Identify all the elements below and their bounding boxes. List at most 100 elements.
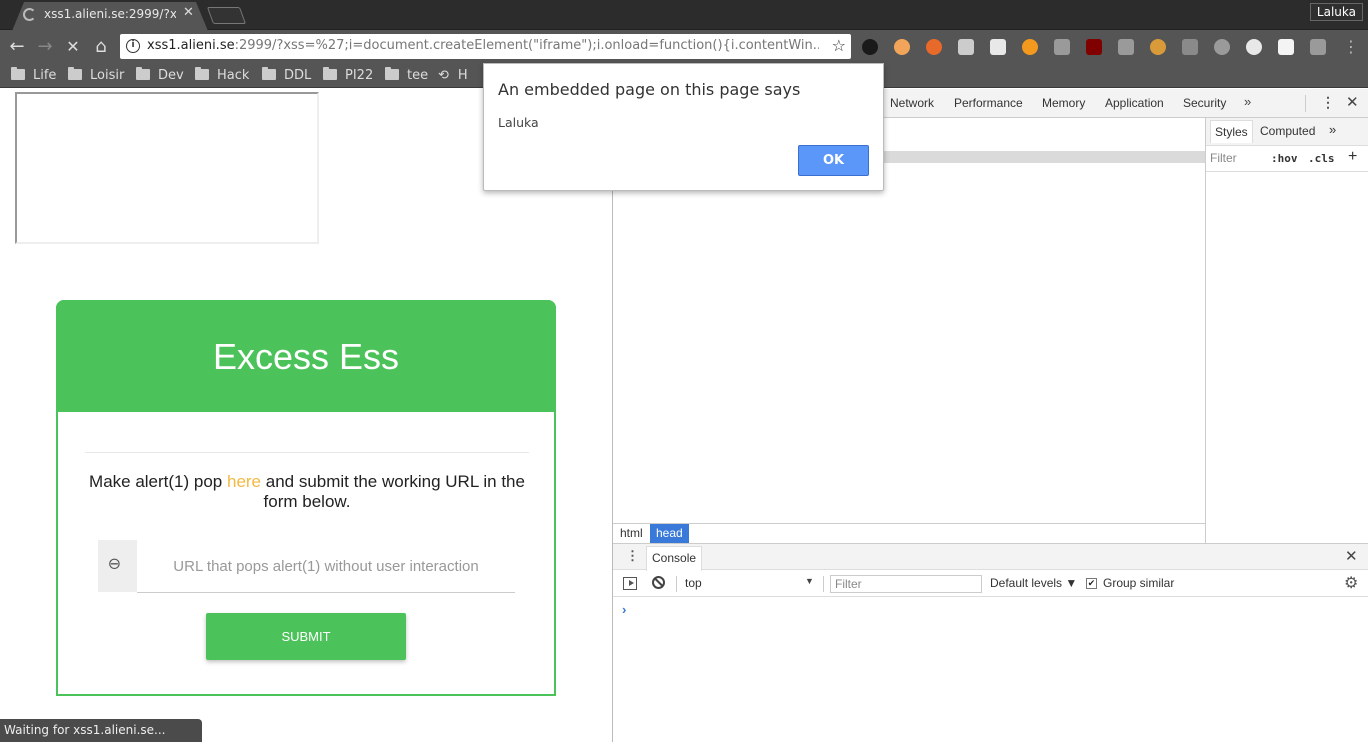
divider <box>85 452 529 453</box>
screenshot-extension-icon[interactable] <box>958 39 974 55</box>
cls-toggle[interactable]: .cls <box>1308 152 1335 165</box>
fire-extension-icon[interactable] <box>926 39 942 55</box>
folder-icon <box>136 67 150 80</box>
browser-menu-icon[interactable]: ⋮ <box>1340 36 1362 58</box>
drawer-tabbar: ⋮ Console ✕ <box>613 544 1368 571</box>
console-prompt[interactable]: › <box>622 602 626 617</box>
console-toolbar: top ▼ Default levels ▼ ✔ Group similar ⚙ <box>613 570 1368 597</box>
tc-extension-icon[interactable] <box>1182 39 1198 55</box>
instruction-text: Make alert(1) pop here and submit the wo… <box>89 472 525 511</box>
crumb-head[interactable]: head <box>650 524 689 543</box>
new-tab-button[interactable] <box>206 7 247 24</box>
here-link[interactable]: here <box>227 472 261 491</box>
info-icon[interactable]: i <box>126 39 140 53</box>
styles-tabbar: Styles Computed » <box>1206 118 1368 146</box>
ok-button[interactable]: OK <box>798 145 869 176</box>
folder-icon <box>68 67 82 80</box>
browser-toolbar: ← → ✕ ⌂ i xss1.alieni.se:2999/?xss=%27;i… <box>0 30 1368 63</box>
group-similar-checkbox[interactable]: ✔ <box>1086 578 1097 589</box>
card-header: Excess Ess <box>56 300 556 412</box>
crosshair-extension-icon[interactable] <box>1214 39 1230 55</box>
console-filter-input[interactable] <box>830 575 982 593</box>
crumb-html[interactable]: html <box>614 524 649 543</box>
divider <box>823 576 824 592</box>
wappalyzer-extension-icon[interactable] <box>990 39 1006 55</box>
tab-security[interactable]: Security <box>1183 96 1226 110</box>
s-extension-icon[interactable] <box>1054 39 1070 55</box>
bookmark-history[interactable]: ⟲ H <box>438 68 468 83</box>
close-devtools-icon[interactable]: ✕ <box>1346 93 1359 111</box>
wikipedia-extension-icon[interactable] <box>1278 39 1294 55</box>
close-drawer-icon[interactable]: ✕ <box>1345 547 1358 565</box>
bookmark-star-icon[interactable]: ☆ <box>832 36 846 55</box>
forward-icon[interactable]: → <box>34 36 56 58</box>
context-select[interactable]: top <box>685 576 817 590</box>
folder-icon <box>11 67 25 80</box>
tab-memory[interactable]: Memory <box>1042 96 1085 110</box>
tab-console[interactable]: Console <box>646 546 703 571</box>
home-icon[interactable]: ⌂ <box>90 36 112 58</box>
tab-computed[interactable]: Computed <box>1260 124 1315 138</box>
divider <box>676 576 677 592</box>
more-tabs-icon[interactable]: » <box>1329 122 1336 137</box>
timer-extension-icon[interactable] <box>894 39 910 55</box>
profile-button[interactable]: Laluka <box>1309 3 1363 21</box>
tab-title[interactable]: xss1.alieni.se:2999/?xs <box>44 7 176 21</box>
dropdown-arrow-icon[interactable]: ▼ <box>805 576 814 586</box>
divider <box>1305 95 1306 112</box>
folder-icon <box>195 67 209 80</box>
paperclip-icon: ⊘ <box>103 552 127 575</box>
bookmark-folder[interactable]: tee <box>385 67 428 83</box>
chat-extension-icon[interactable] <box>1310 39 1326 55</box>
loading-spinner-icon <box>23 8 36 21</box>
clear-console-icon[interactable] <box>652 576 665 589</box>
bookmark-folder[interactable]: Dev <box>136 67 184 83</box>
console-settings-icon[interactable]: ⚙ <box>1344 573 1358 593</box>
challenge-card: Excess Ess Make alert(1) pop here and su… <box>56 300 556 696</box>
embedded-iframe <box>15 92 319 244</box>
dialog-message: Laluka <box>498 115 539 130</box>
ublock-extension-icon[interactable] <box>1086 39 1102 55</box>
input-addon: ⊘ <box>98 540 137 592</box>
styles-filter-row: Filter :hov .cls + <box>1206 146 1368 172</box>
play-extension-icon[interactable] <box>1022 39 1038 55</box>
breadcrumb: html head <box>613 523 1205 543</box>
stop-icon[interactable]: ✕ <box>62 36 84 58</box>
tab-strip: xss1.alieni.se:2999/?xs ✕ Laluka <box>0 0 1368 31</box>
bookmark-folder[interactable]: Life <box>11 67 56 83</box>
tab-network[interactable]: Network <box>890 96 934 110</box>
drawer-menu-icon[interactable]: ⋮ <box>626 548 639 564</box>
dialog-title: An embedded page on this page says <box>498 80 801 99</box>
bookmark-folder[interactable]: PI22 <box>323 67 373 83</box>
off-extension-icon[interactable] <box>862 39 878 55</box>
url-input[interactable] <box>137 540 515 593</box>
address-bar[interactable]: i xss1.alieni.se:2999/?xss=%27;i=documen… <box>120 34 851 59</box>
status-bubble: Waiting for xss1.alieni.se... <box>0 719 202 742</box>
log-levels-dropdown[interactable]: Default levels ▼ <box>990 576 1077 590</box>
flickr-extension-icon[interactable] <box>1246 39 1262 55</box>
tab-styles[interactable]: Styles <box>1210 120 1253 143</box>
cookie-extension-icon[interactable] <box>1150 39 1166 55</box>
tab-performance[interactable]: Performance <box>954 96 1023 110</box>
page-title: Excess Ess <box>212 336 400 377</box>
submit-button[interactable]: SUBMIT <box>206 613 406 660</box>
folder-icon <box>385 67 399 80</box>
bookmark-folder[interactable]: DDL <box>262 67 311 83</box>
bookmark-folder[interactable]: Loisir <box>68 67 124 83</box>
new-rule-icon[interactable]: + <box>1348 148 1357 166</box>
keyboard-extension-icon[interactable] <box>1118 39 1134 55</box>
devtools-menu-icon[interactable]: ⋮ <box>1321 94 1335 111</box>
folder-icon <box>262 67 276 80</box>
hov-toggle[interactable]: :hov <box>1271 152 1298 165</box>
styles-filter-input[interactable]: Filter <box>1210 151 1237 165</box>
tab-close-icon[interactable]: ✕ <box>183 5 194 20</box>
alert-dialog: An embedded page on this page says Laluk… <box>483 63 884 191</box>
tab-application[interactable]: Application <box>1105 96 1164 110</box>
back-icon[interactable]: ← <box>6 36 28 58</box>
history-icon: ⟲ <box>438 68 449 83</box>
url-text[interactable]: xss1.alieni.se:2999/?xss=%27;i=document.… <box>147 38 819 53</box>
sidebar-toggle-icon[interactable] <box>623 577 637 590</box>
more-tabs-icon[interactable]: » <box>1244 94 1251 109</box>
bookmark-folder[interactable]: Hack <box>195 67 249 83</box>
group-similar-label: Group similar <box>1103 576 1175 590</box>
